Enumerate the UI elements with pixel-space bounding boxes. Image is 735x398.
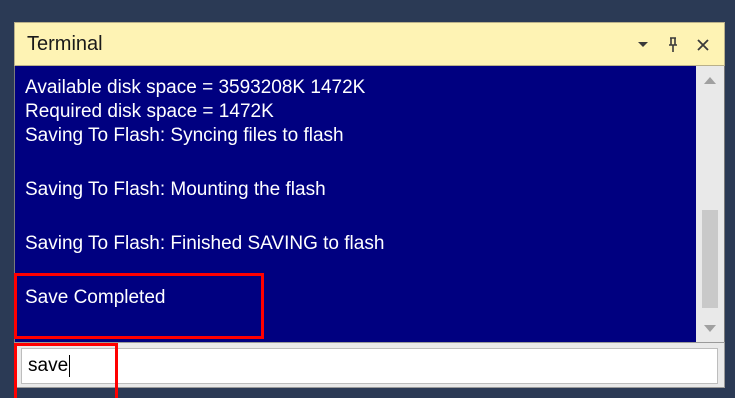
terminal-line: Available disk space = 3593208K 1472K xyxy=(25,77,366,98)
dropdown-button[interactable] xyxy=(628,32,658,58)
pin-icon xyxy=(669,37,677,52)
scroll-up-button[interactable] xyxy=(696,66,724,94)
chevron-up-icon xyxy=(704,76,716,84)
titlebar-buttons xyxy=(628,32,718,58)
scroll-down-button[interactable] xyxy=(696,314,724,342)
terminal-window: Terminal Available disk space = 3593208K… xyxy=(0,0,735,398)
terminal-line-empty xyxy=(25,202,698,232)
vertical-scrollbar[interactable] xyxy=(696,66,724,342)
command-input-container: save xyxy=(14,342,725,388)
chevron-down-icon xyxy=(704,324,716,332)
terminal-output: Available disk space = 3593208K 1472K Re… xyxy=(15,66,698,342)
terminal-line-empty xyxy=(25,256,698,286)
panel-title: Terminal xyxy=(27,33,103,55)
terminal-output-area[interactable]: Available disk space = 3593208K 1472K Re… xyxy=(14,66,725,342)
pin-button[interactable] xyxy=(658,32,688,58)
close-button[interactable] xyxy=(688,32,718,58)
scroll-thumb[interactable] xyxy=(702,210,718,308)
terminal-line-empty xyxy=(25,148,698,178)
chevron-down-icon xyxy=(638,42,648,47)
terminal-line: Required disk space = 1472K xyxy=(25,101,274,122)
command-input-value: save xyxy=(28,355,69,376)
terminal-line: Saving To Flash: Finished SAVING to flas… xyxy=(25,233,385,254)
command-input[interactable]: save xyxy=(21,348,718,384)
terminal-line-save-completed: Save Completed xyxy=(25,287,166,308)
panel-titlebar: Terminal xyxy=(14,22,725,66)
terminal-line: Saving To Flash: Syncing files to flash xyxy=(25,125,344,146)
text-caret xyxy=(69,355,71,377)
terminal-line: Saving To Flash: Mounting the flash xyxy=(25,179,326,200)
close-icon xyxy=(697,39,709,51)
